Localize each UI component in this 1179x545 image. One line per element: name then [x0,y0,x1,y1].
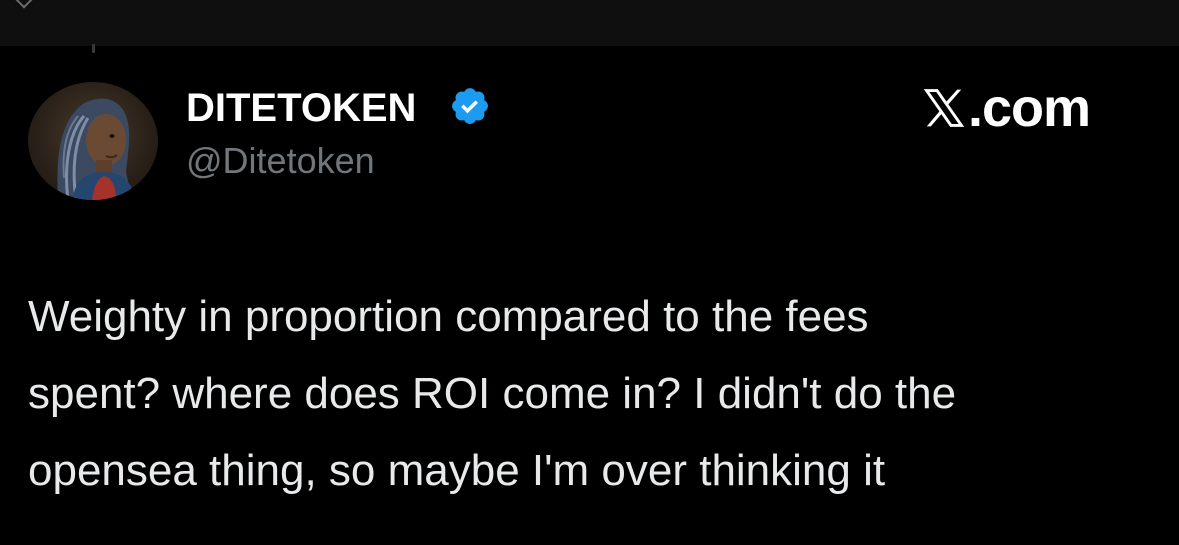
status-bar [0,0,1179,46]
x-logo-icon [923,89,965,127]
author-display-name[interactable]: DITETOKEN [186,86,416,131]
tweet-text: Weighty in proportion compared to the fe… [28,292,957,495]
divider-mark [92,44,95,53]
brand-domain: .com [968,78,1091,138]
author-handle[interactable]: @Ditetoken [186,140,375,182]
avatar[interactable] [28,82,158,200]
chevron-icon [15,0,33,9]
verified-badge-icon [452,88,488,124]
brand-watermark: .com [922,78,1091,138]
avatar-portrait-icon [57,98,136,200]
